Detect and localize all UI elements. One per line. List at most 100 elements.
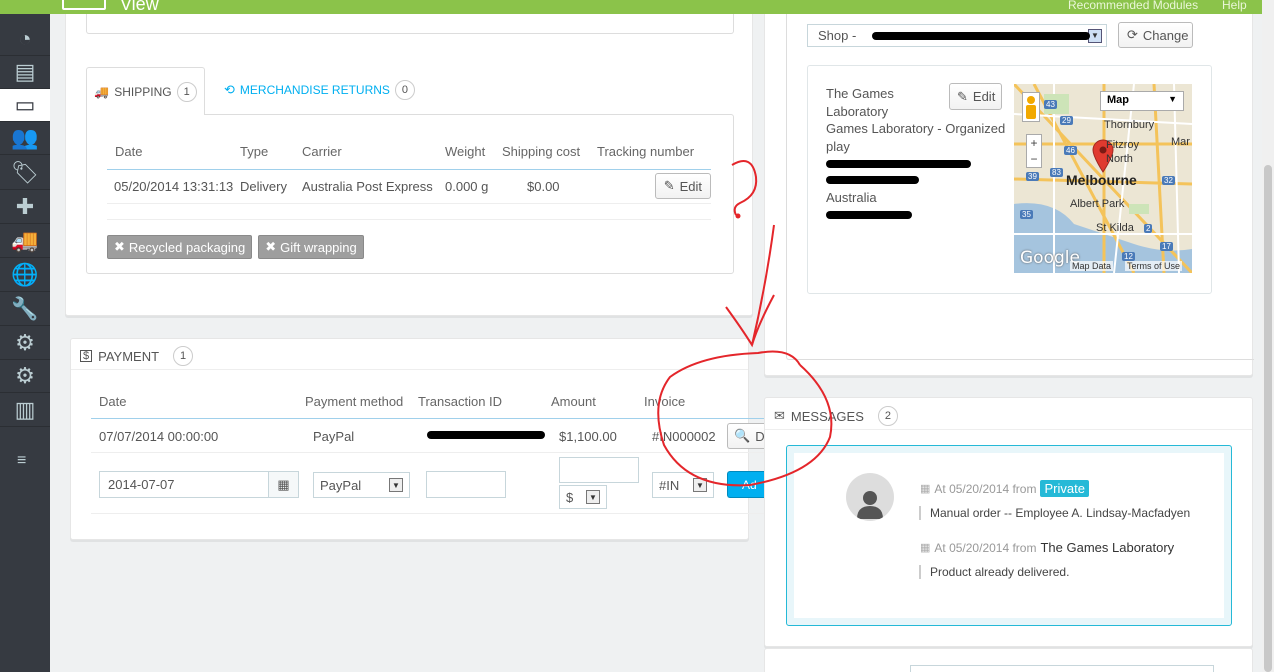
page-scrollbar[interactable] [1262, 0, 1274, 672]
shop-address-select[interactable]: Shop - ▼ [807, 24, 1107, 47]
envelope-icon: ✉ [774, 408, 785, 423]
change-label: Change [1142, 27, 1189, 43]
calendar-icon: ▦ [920, 542, 931, 554]
recommended-modules-link[interactable]: Recommended Modules [1068, 0, 1198, 12]
orders-icon[interactable]: ▭ [0, 89, 50, 122]
edit-tracking-button[interactable]: ✎ Edit [654, 173, 711, 199]
edit-label: Edit [679, 178, 702, 194]
road-number: 35 [1020, 210, 1033, 219]
street-view-pegman-icon[interactable] [1022, 92, 1040, 122]
road-number: 46 [1064, 146, 1077, 155]
order-details-panel: 🚚 SHIPPING 1 ⟲ MERCHANDISE RETURNS 0 Dat… [65, 14, 753, 316]
shipping-tab-content: Date Type Carrier Weight Shipping cost T… [86, 114, 734, 274]
dashboard-icon[interactable]: ◔ [0, 23, 50, 56]
catalog-icon[interactable]: ▤ [0, 56, 50, 89]
road-number: 2 [1144, 224, 1153, 233]
customer-address-panel: Shop - ▼ ⟳ Change The Games Laboratory G… [764, 14, 1254, 376]
tab-merchandise-returns[interactable]: ⟲ MERCHANDISE RETURNS 0 [224, 80, 416, 100]
search-icon: 🔍 [734, 428, 751, 443]
close-icon: ✖ [265, 239, 277, 254]
change-address-button[interactable]: ⟳ Change [1118, 22, 1193, 48]
map-place-label: Thornbury [1104, 119, 1155, 131]
edit-address-button[interactable]: ✎ Edit [949, 83, 1002, 110]
customers-icon[interactable]: 👥 [0, 122, 50, 155]
administration-icon[interactable]: ⚙ [0, 360, 50, 393]
chevron-down-icon: ▼ [389, 478, 403, 492]
zoom-in-icon[interactable]: + [1027, 135, 1041, 151]
message-author: The Games Laboratory [1040, 540, 1175, 555]
header-bar: View Recommended Modules Help [0, 0, 1274, 14]
scrollbar-thumb[interactable] [1264, 165, 1272, 672]
road-number: 12 [1122, 252, 1135, 261]
road-number: 39 [1026, 172, 1039, 181]
shipping-date: 05/20/2014 13:31:13 [114, 178, 234, 194]
tab-shipping[interactable]: 🚚 SHIPPING 1 [86, 67, 205, 115]
amount-input[interactable] [559, 457, 639, 483]
add-payment-form: 2014-07-07 ▦ PayPal ▼ $ ▼ #IN ▼ Ad [91, 454, 767, 514]
road-number: 43 [1044, 100, 1057, 109]
address-street-redacted [826, 160, 971, 168]
truck-icon: 🚚 [94, 84, 110, 99]
road-number: 17 [1160, 242, 1173, 251]
invoice-select[interactable]: #IN ▼ [652, 472, 714, 498]
payment-title: PAYMENT [98, 348, 160, 364]
calendar-icon[interactable]: ▦ [268, 471, 299, 498]
messages-heading: ✉ MESSAGES 2 [774, 406, 898, 426]
recycled-packaging-badge: ✖ Recycled packaging [107, 235, 253, 259]
zoom-out-icon[interactable]: − [1027, 151, 1041, 167]
payment-invoice: #IN000002 [652, 429, 716, 444]
tab-shipping-count: 1 [176, 81, 197, 102]
preferences-icon[interactable]: 🔧 [0, 293, 50, 326]
shop-address-redacted [872, 32, 1090, 40]
payment-amount: $1,100.00 [559, 429, 617, 444]
transaction-id-input[interactable] [426, 471, 506, 498]
shipping-header-row: Date Type Carrier Weight Shipping cost T… [107, 135, 711, 169]
message-select[interactable] [910, 665, 1214, 672]
map-data-link[interactable]: Map Data [1070, 261, 1114, 271]
pencil-icon: ✎ [663, 178, 675, 193]
localization-icon[interactable]: 🌐 [0, 259, 50, 292]
previous-section [86, 14, 734, 34]
recycled-label: Recycled packaging [128, 239, 246, 255]
col-carrier: Carrier [302, 144, 342, 160]
map-type-select[interactable]: Map ▼ [1100, 91, 1184, 111]
shipping-weight: 0.000 g [445, 178, 489, 194]
chevron-down-icon: ▼ [586, 490, 600, 504]
map-place-label: Albert Park [1070, 198, 1125, 210]
message-meta: ▦ At 05/20/2014 from The Games Laborator… [920, 540, 1174, 555]
price-rules-icon[interactable]: 🏷 [0, 157, 50, 190]
message-text: Manual order -- Employee A. Lindsay-Macf… [919, 506, 1190, 520]
payment-method-select[interactable]: PayPal ▼ [313, 472, 410, 498]
message-date: At 05/20/2014 from [934, 540, 1037, 555]
collapse-menu-icon[interactable]: ≡ [17, 452, 26, 470]
col-shipping-cost: Shipping cost [502, 144, 581, 160]
refresh-icon: ⟳ [1127, 27, 1138, 42]
col-type: Type [240, 144, 269, 160]
terms-of-use-link[interactable]: Terms of Use [1125, 261, 1183, 271]
help-link[interactable]: Help [1222, 0, 1247, 12]
money-icon: $ [80, 350, 93, 362]
map-type-label: Map [1107, 94, 1129, 106]
modules-icon[interactable]: ✚ [0, 191, 50, 224]
col-amount: Amount [551, 394, 596, 410]
table-row: 07/07/2014 00:00:00 PayPal $1,100.00 #IN… [91, 419, 767, 453]
stats-icon[interactable]: ▥ [0, 394, 50, 427]
undo-icon: ⟲ [224, 82, 235, 97]
address-line-4: play [826, 138, 850, 154]
advanced-icon[interactable]: ⚙ [0, 327, 50, 360]
add-payment-button[interactable]: Ad [727, 471, 767, 498]
currency-select[interactable]: $ ▼ [559, 485, 607, 509]
message-author-private: Private [1040, 480, 1089, 497]
payment-date-input[interactable]: 2014-07-07 [99, 471, 269, 498]
chevron-down-icon: ▼ [693, 478, 707, 492]
zoom-controls: + − [1026, 134, 1042, 168]
map-place-label: North [1106, 153, 1133, 165]
map-view[interactable]: + − Map ▼ Melbourne Thornbury Fitzroy No… [1014, 84, 1192, 273]
payment-details-button[interactable]: 🔍 De [727, 423, 767, 449]
tab-shipping-label: SHIPPING [114, 84, 172, 99]
shop-address-value: Shop - [818, 28, 857, 43]
map-city-label: Melbourne [1066, 172, 1137, 188]
close-icon: ✖ [114, 239, 125, 254]
shipping-icon[interactable]: 🚚 [0, 225, 50, 258]
col-payment-date: Date [99, 394, 127, 410]
